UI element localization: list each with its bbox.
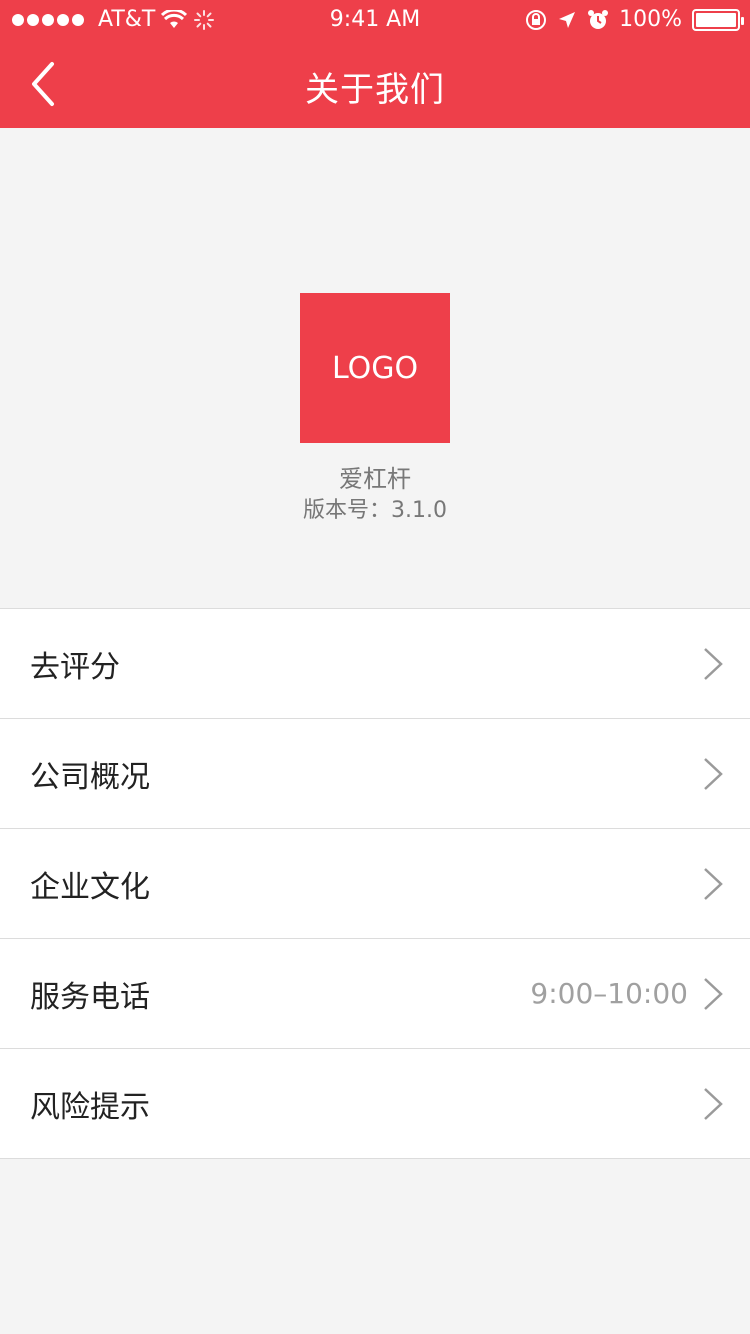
page-title: 关于我们 [305,70,445,110]
alarm-clock-icon [588,9,609,29]
app-logo: LOGO [300,293,450,443]
chevron-right-icon [704,1088,723,1120]
battery-percent: 100% [619,7,682,32]
status-right: 100% [525,7,744,32]
menu-item-company-overview[interactable]: 公司概况 [0,719,750,829]
chevron-right-icon [704,978,723,1010]
menu-item-service-phone[interactable]: 服务电话 9:00–10:00 [0,939,750,1049]
chevron-right-icon [704,758,723,790]
menu-item-corporate-culture[interactable]: 企业文化 [0,829,750,939]
chevron-right-icon [704,868,723,900]
header: AT&T 9:41 AM 100% 关于我们 [0,0,750,128]
menu-item-label: 服务电话 [30,979,150,1015]
about-menu: 去评分 公司概况 企业文化 服务电话 9:00–10:00 风险提示 [0,608,750,1159]
menu-item-label: 企业文化 [30,869,150,905]
service-hours: 9:00–10:00 [530,977,688,1010]
menu-item-label: 公司概况 [30,759,150,795]
location-arrow-icon [559,11,576,28]
app-name: 爱杠杆 [339,465,411,493]
menu-item-label: 去评分 [30,649,120,685]
navigation-bar: 关于我们 [0,40,750,128]
app-version: 版本号：3.1.0 [303,498,447,523]
rotation-lock-icon [526,9,547,30]
menu-item-risk-warning[interactable]: 风险提示 [0,1049,750,1159]
battery-icon [692,8,744,31]
menu-item-label: 风险提示 [30,1089,150,1125]
menu-item-rate[interactable]: 去评分 [0,609,750,719]
logo-text: LOGO [331,350,419,386]
chevron-right-icon [704,648,723,680]
status-bar: AT&T 9:41 AM 100% [0,0,750,40]
